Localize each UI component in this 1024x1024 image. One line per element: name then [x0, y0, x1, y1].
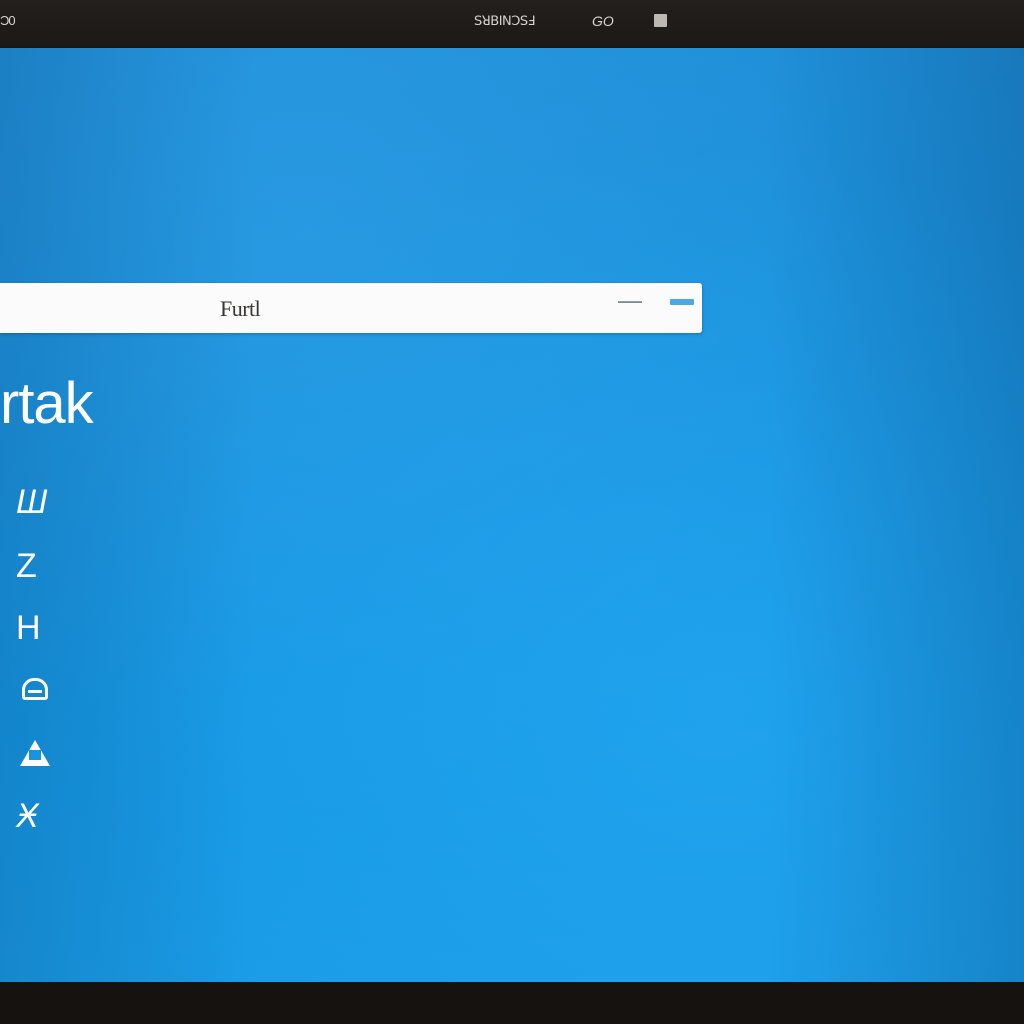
- top-bar: Ɔ0 ꓢꓤꓐꓲꓠꓛꓢꓞ GO: [0, 0, 1024, 46]
- x-icon[interactable]: Ӿ: [16, 794, 64, 838]
- h-icon-glyph: H: [16, 609, 41, 647]
- x-icon-glyph: Ӿ: [16, 797, 39, 835]
- a-icon[interactable]: [16, 732, 64, 776]
- z-icon[interactable]: Z: [16, 544, 64, 588]
- desktop-area: Furtl ▬▬▬▬ rtak Ш Z H Ӿ: [0, 48, 1024, 982]
- lock-icon-shape: [22, 678, 48, 700]
- desktop-heading: rtak: [0, 371, 94, 436]
- top-left-icon[interactable]: Ɔ0: [0, 13, 16, 28]
- lock-icon[interactable]: [16, 668, 64, 712]
- search-input[interactable]: Furtl: [220, 296, 261, 322]
- scribble-icon-glyph: Ш: [16, 483, 48, 521]
- z-icon-glyph: Z: [16, 547, 37, 585]
- scribble-icon[interactable]: Ш: [16, 480, 64, 524]
- square-icon[interactable]: [654, 14, 667, 27]
- search-accent-bar[interactable]: [670, 299, 694, 305]
- top-status-icon[interactable]: GO: [592, 13, 614, 29]
- bottom-bar: [0, 982, 1024, 1024]
- screen: Ɔ0 ꓢꓤꓐꓲꓠꓛꓢꓞ GO Furtl ▬▬▬▬ rtak Ш Z H Ӿ: [0, 0, 1024, 1024]
- window-title: ꓢꓤꓐꓲꓠꓛꓢꓞ: [474, 13, 535, 28]
- search-hint-line: ▬▬▬▬: [618, 299, 642, 305]
- a-icon-shape: [20, 740, 50, 766]
- h-icon[interactable]: H: [16, 606, 64, 650]
- search-bar[interactable]: Furtl ▬▬▬▬: [0, 283, 702, 333]
